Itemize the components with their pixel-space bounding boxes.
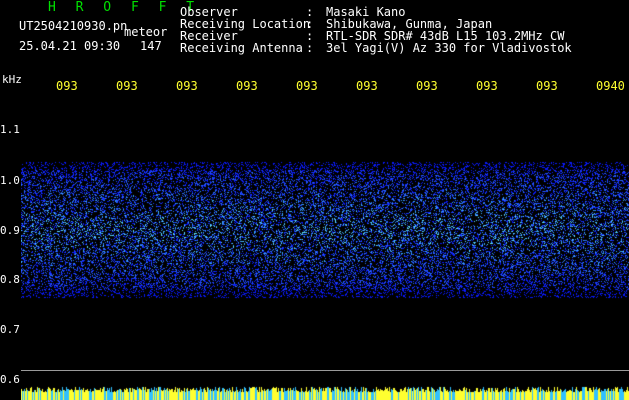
detection-tag: meteor (124, 25, 168, 39)
y-tick-0.9: 0.9 (0, 224, 20, 237)
info-antenna-label: Receiving Antenna (180, 41, 303, 55)
x-tick-3: 093 (176, 79, 198, 93)
y-tick-0.7: 0.7 (0, 323, 20, 336)
x-tick-8: 093 (476, 79, 498, 93)
signal-level-strip (21, 386, 629, 400)
reference-frequency-line (21, 370, 629, 371)
spectrogram-plot (21, 96, 629, 386)
info-antenna-value: 3el Yagi(V) Az 330 for Vladivostok (326, 41, 572, 55)
x-tick-9: 093 (536, 79, 558, 93)
x-tick-5: 093 (296, 79, 318, 93)
frequency-unit-label: kHz (2, 73, 22, 86)
y-tick-1.0: 1.0 (0, 174, 20, 187)
y-tick-0.6: 0.6 (0, 373, 20, 386)
meteor-count: 147 (140, 39, 162, 53)
info-antenna-sep: : (306, 41, 314, 55)
brand-title: H R O F F T (48, 0, 201, 15)
x-tick-2: 093 (116, 79, 138, 93)
x-tick-7: 093 (416, 79, 438, 93)
filename: UT2504210930.pn (19, 19, 128, 33)
x-tick-4: 093 (236, 79, 258, 93)
x-tick-6: 093 (356, 79, 378, 93)
y-tick-0.8: 0.8 (0, 273, 20, 286)
x-tick-10: 0940 (596, 79, 625, 93)
x-tick-1: 093 (56, 79, 78, 93)
datetime: 25.04.21 09:30 (19, 39, 121, 53)
y-tick-1.1: 1.1 (0, 123, 20, 136)
